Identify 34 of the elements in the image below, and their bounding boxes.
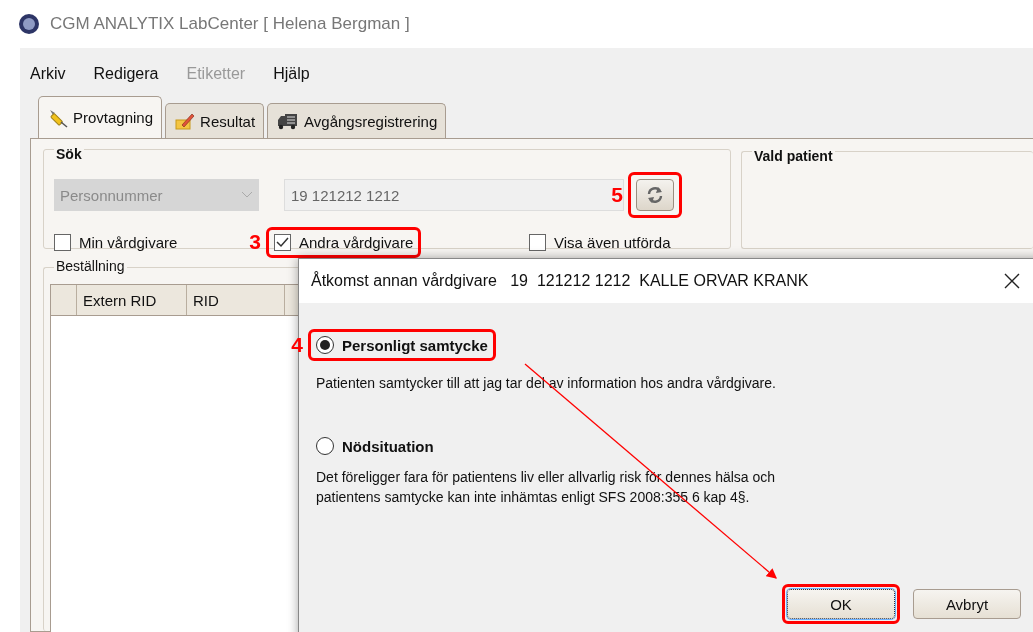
- checkbox-label: Andra vårdgivare: [299, 233, 414, 251]
- tab[interactable]: Resultat: [165, 103, 265, 138]
- syringe-icon: [47, 107, 69, 128]
- refresh-button[interactable]: [636, 179, 674, 211]
- checkbox-label: Min vårdgivare: [79, 233, 178, 251]
- radio-option[interactable]: Nödsituation: [316, 437, 1033, 455]
- menu-item[interactable]: Redigera: [93, 65, 173, 83]
- dialog-button[interactable]: Avbryt: [913, 589, 1021, 619]
- group-title: Sök: [54, 146, 84, 162]
- refresh-icon: [645, 185, 665, 205]
- tab[interactable]: Provtagning: [38, 96, 163, 138]
- menu-item[interactable]: Hjälp: [273, 65, 324, 83]
- dialog-button[interactable]: OK: [787, 589, 895, 619]
- window-title: CGM ANALYTIX LabCenter [ Helena Bergman ]: [50, 14, 410, 34]
- column-header[interactable]: Extern RID: [77, 285, 187, 315]
- dialog-title: Åtkomst annan vårdgivare 19 121212 1212 KALLE ORVAR KRANK: [311, 272, 809, 290]
- group-title: Vald patient: [752, 148, 835, 164]
- check-icon: [276, 236, 289, 248]
- option-description: Patienten samtycker till att jag tar del av information hos andra vårdgivare.: [316, 374, 777, 393]
- callout-number: 4: [291, 333, 303, 357]
- callout-number: 3: [249, 230, 261, 254]
- checkbox-label: Visa även utförda: [554, 233, 671, 251]
- group-title: Beställning: [54, 258, 127, 274]
- pencil-note-icon: [174, 111, 197, 131]
- checkbox[interactable]: Andra vårdgivare: [274, 233, 414, 251]
- callout-number: 5: [611, 183, 623, 207]
- app-logo-icon: [18, 13, 40, 35]
- tab[interactable]: Avgångsregistrering: [267, 103, 447, 138]
- checkbox[interactable]: Visa även utförda: [529, 233, 671, 251]
- column-header[interactable]: RID: [187, 285, 285, 315]
- menu-item[interactable]: Arkiv: [30, 65, 80, 83]
- close-icon[interactable]: [1004, 273, 1020, 289]
- radio-option[interactable]: Personligt samtycke: [316, 336, 488, 354]
- chevron-icon: [241, 191, 253, 199]
